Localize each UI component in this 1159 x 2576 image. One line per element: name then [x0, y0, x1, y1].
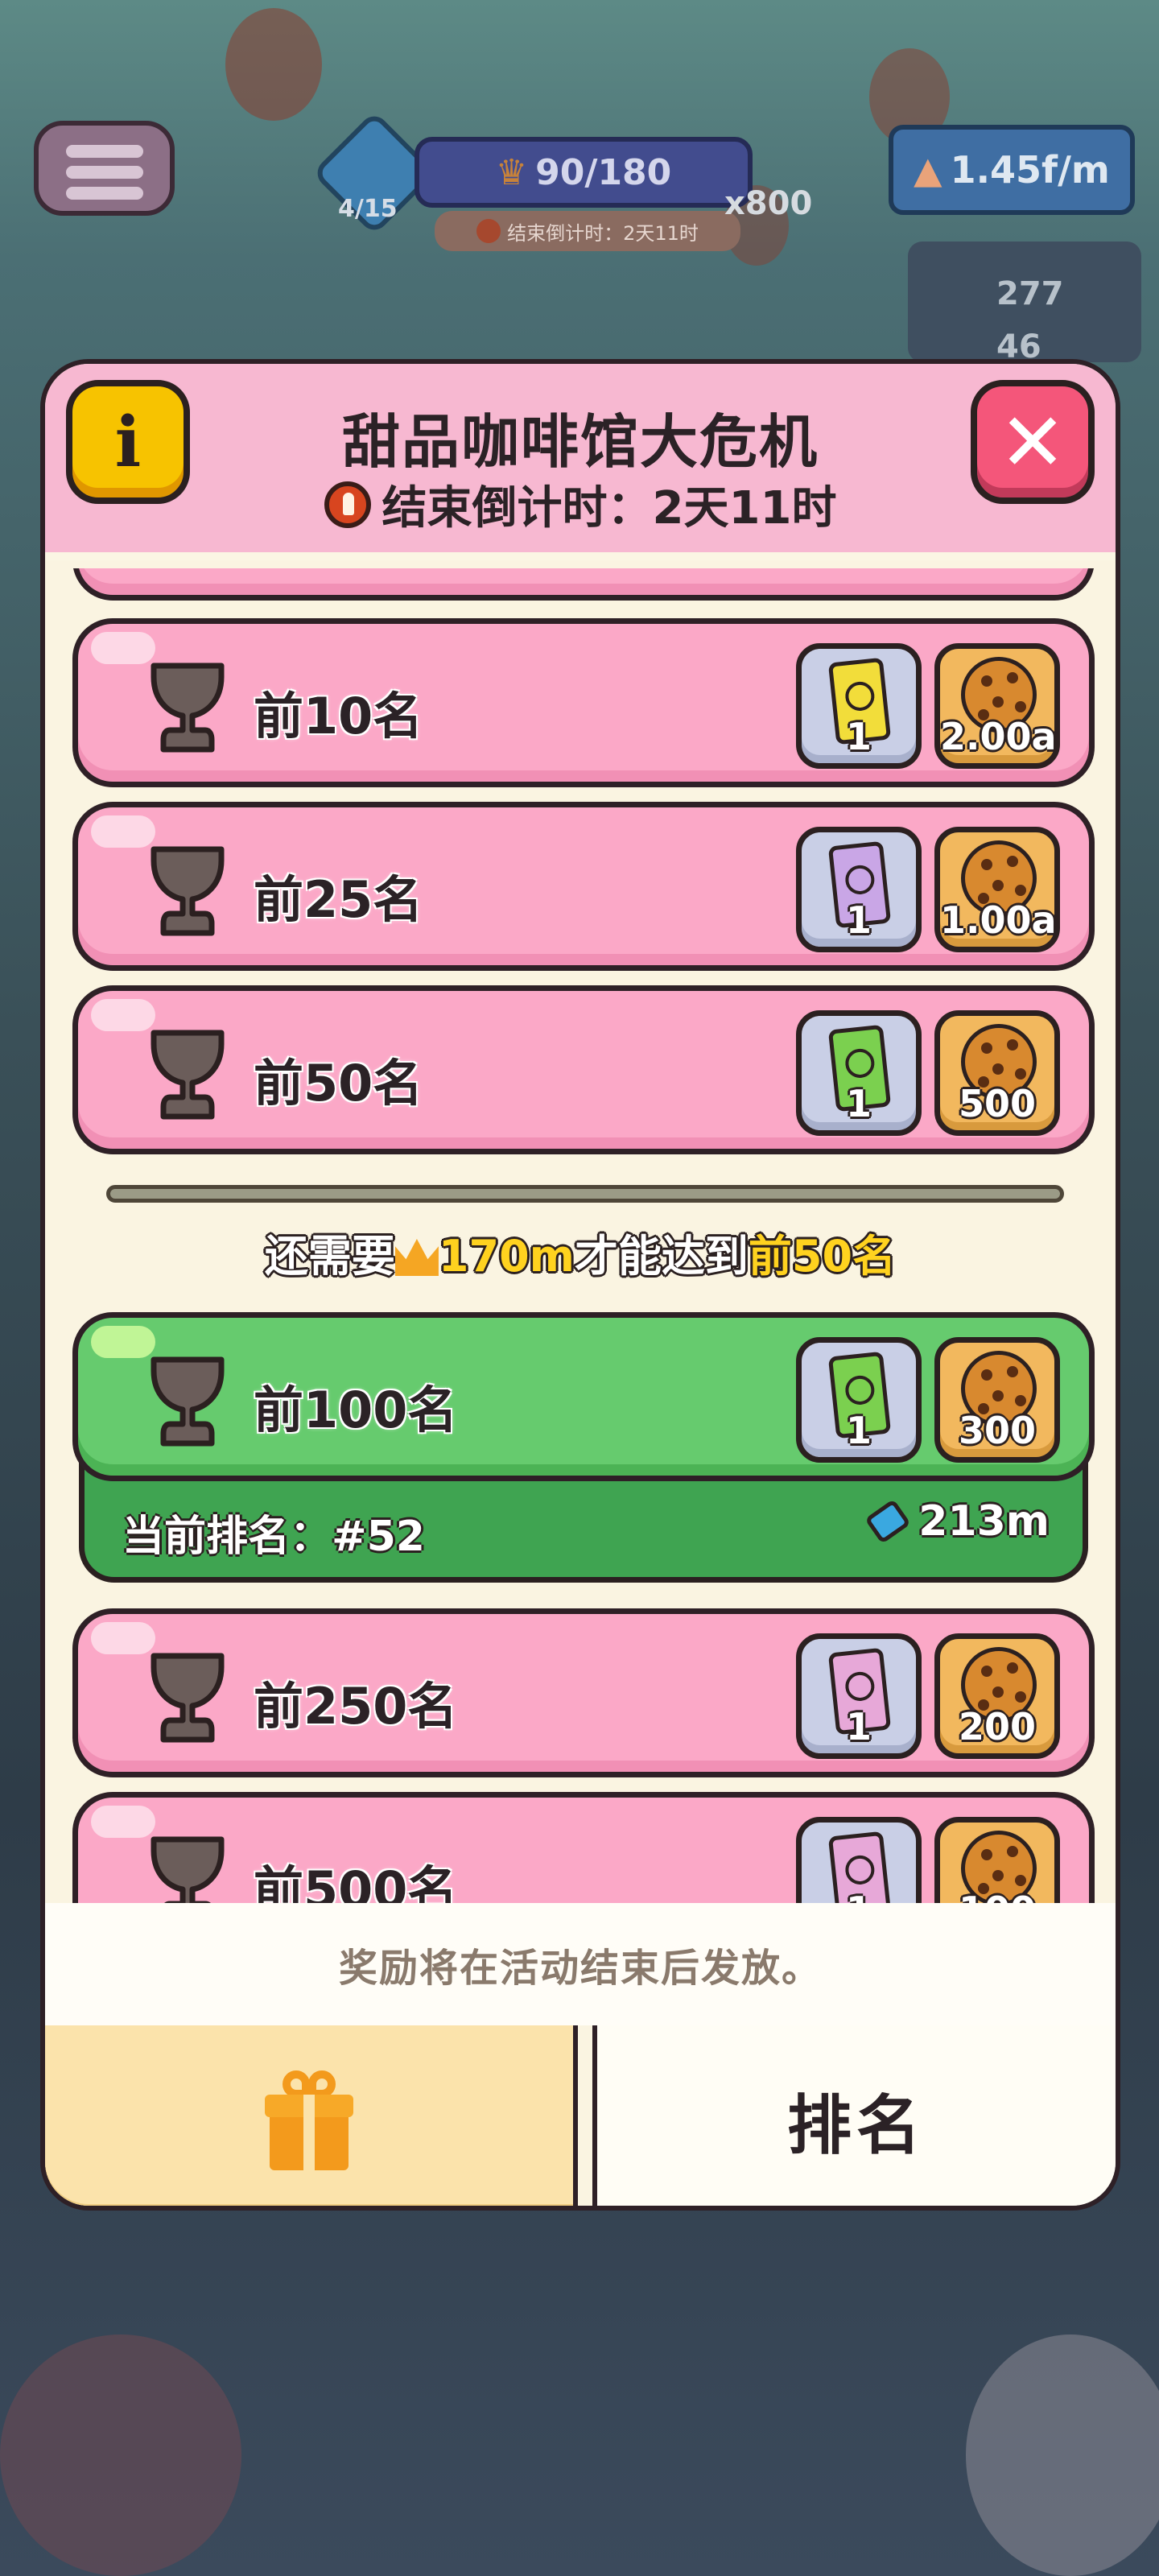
- progress-divider: [106, 1185, 1064, 1203]
- hud-side-panel: 277 46: [908, 242, 1141, 365]
- rank-row-partial: [72, 568, 1095, 601]
- trophy-cup-icon: [151, 846, 225, 936]
- hud-score-text: 90/180: [535, 151, 672, 193]
- hud-chart-icon: ▲: [914, 148, 942, 192]
- trophy-cup-icon: [151, 1030, 225, 1120]
- rank-row[interactable]: 前500名 1100: [72, 1792, 1095, 1903]
- hud-rate-text: 1.45f/m: [950, 148, 1110, 192]
- rank-row[interactable]: 前10名 1 2.00a: [72, 618, 1095, 787]
- current-rank-text: 当前排名：#52: [122, 1513, 425, 1561]
- gift-icon: [265, 2070, 353, 2170]
- hud-clock-icon: [476, 219, 501, 243]
- reward-cookie[interactable]: 1.00a: [934, 827, 1060, 952]
- tab-ranking[interactable]: 排名: [592, 2025, 1116, 2206]
- rank-row[interactable]: 前50名 1 500: [72, 985, 1095, 1154]
- reward-cookie[interactable]: 500: [934, 1010, 1060, 1136]
- hud-score-bar: ♛ 90/180: [415, 137, 753, 208]
- reward-distribution-note: 奖励将在活动结束后发放。: [45, 1903, 1116, 2025]
- rank-row-current[interactable]: 前100名 1 300: [72, 1312, 1095, 1481]
- modal-title: 甜品咖啡馆大危机: [341, 408, 819, 476]
- points-needed-text: 还需要 170m才能达到前50名: [264, 1231, 897, 1282]
- reward-pack[interactable]: 1: [796, 1337, 922, 1463]
- reward-pack[interactable]: 1: [796, 1633, 922, 1759]
- reward-cookie[interactable]: 100: [934, 1817, 1060, 1903]
- modal-body: 甜品咖啡馆大危机 结束倒计时：2天11时 i ✕ 前10名 1 2.00a 前25名 1…: [40, 359, 1120, 2211]
- hud-menu-button[interactable]: [34, 121, 175, 216]
- hud-cookie-count: x800: [724, 185, 813, 222]
- hud-rate-button[interactable]: ▲ 1.45f/m: [889, 125, 1135, 215]
- reward-cookie[interactable]: 200: [934, 1633, 1060, 1759]
- event-leaderboard-modal: 甜品咖啡馆大危机 结束倒计时：2天11时 i ✕ 前10名 1 2.00a 前25名 1…: [40, 359, 1120, 2227]
- game-hud: 4/15 ♛ 90/180 结束倒计时：2天11时 x800 ▲ 1.45f/m…: [0, 0, 1159, 365]
- current-rank-card: 当前排名：#52 213m 前100名 1 300: [72, 1312, 1095, 1583]
- reward-cookie[interactable]: 2.00a: [934, 643, 1060, 769]
- rank-label: 前50名: [254, 1054, 423, 1113]
- close-button[interactable]: ✕: [971, 380, 1095, 504]
- hud-countdown-text: 结束倒计时：2天11时: [507, 221, 699, 245]
- trophy-cup-icon: [151, 1356, 225, 1447]
- trophy-cup-icon: [151, 663, 225, 753]
- trophy-cup-icon: [151, 1836, 225, 1903]
- reward-pack[interactable]: 1: [796, 1817, 922, 1903]
- reward-pack[interactable]: 1: [796, 1010, 922, 1136]
- tab-rewards[interactable]: [45, 2025, 578, 2206]
- modal-countdown-text: 结束倒计时：2天11时: [382, 482, 837, 535]
- rank-label: 前500名: [254, 1860, 458, 1903]
- info-button[interactable]: i: [66, 380, 190, 504]
- hud-side-value-1: 277: [996, 275, 1064, 312]
- trophy-cup-icon: [151, 1653, 225, 1743]
- rank-row[interactable]: 前25名 1 1.00a: [72, 802, 1095, 971]
- rank-label: 前100名: [254, 1381, 458, 1439]
- rank-label: 前250名: [254, 1677, 458, 1736]
- current-score: 213m: [864, 1497, 1050, 1546]
- modal-countdown: 结束倒计时：2天11时: [45, 472, 1116, 537]
- gem-icon: [864, 1498, 912, 1545]
- reward-cookie[interactable]: 300: [934, 1337, 1060, 1463]
- modal-header: 甜品咖啡馆大危机 结束倒计时：2天11时 i ✕: [45, 364, 1116, 560]
- reward-pack[interactable]: 1: [796, 827, 922, 952]
- reward-pack[interactable]: 1: [796, 643, 922, 769]
- hud-countdown: 结束倒计时：2天11时: [435, 211, 740, 251]
- current-score-value: 213m: [918, 1497, 1050, 1546]
- rank-label: 前10名: [254, 687, 423, 745]
- hud-crown-icon: ♛: [495, 151, 528, 193]
- hud-trophy-icon[interactable]: 4/15: [311, 110, 437, 236]
- crown-icon: [394, 1239, 439, 1276]
- hud-trophy-progress: 4/15: [338, 195, 398, 223]
- rank-row[interactable]: 前250名 1 200: [72, 1608, 1095, 1777]
- rank-label: 前25名: [254, 870, 423, 929]
- rank-reward-list[interactable]: 前10名 1 2.00a 前25名 1 1.00a 前50名 1 500 还需要 170m才能达到…: [45, 568, 1116, 1903]
- timer-icon: [324, 481, 371, 528]
